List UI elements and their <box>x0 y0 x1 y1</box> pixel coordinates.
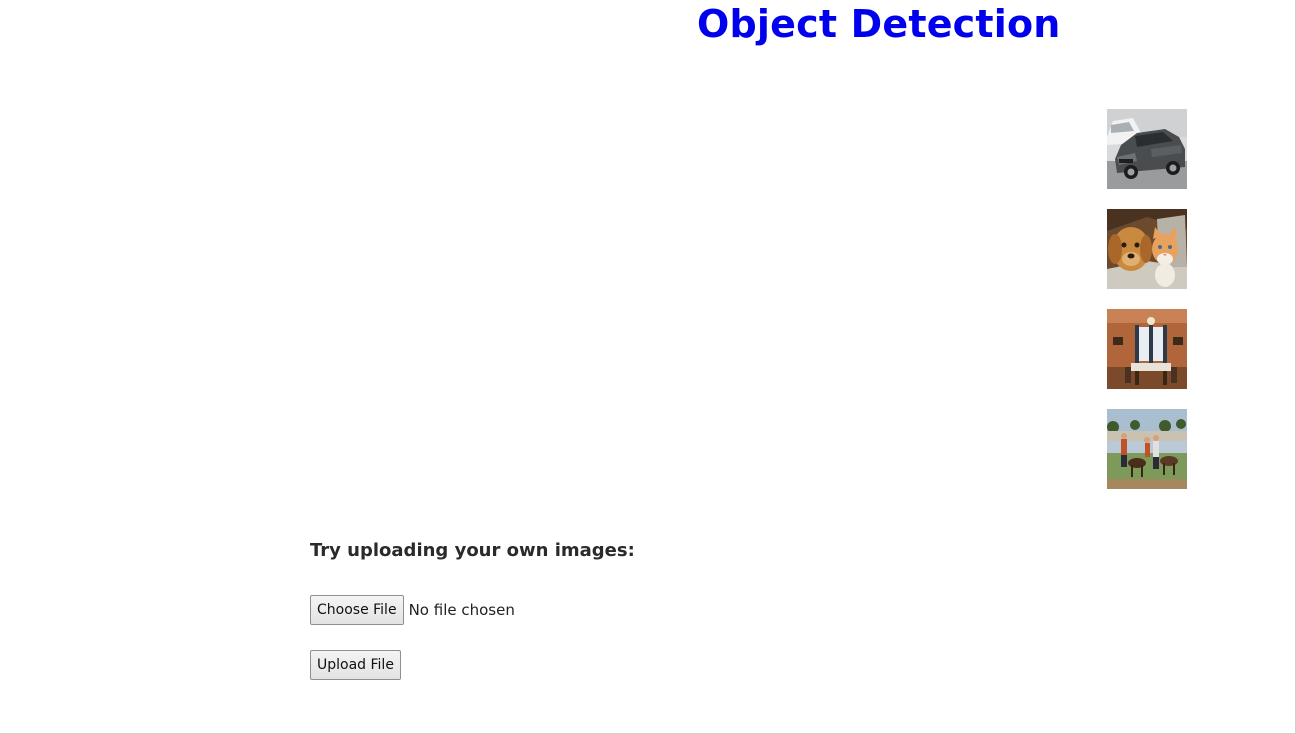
sample-image-dog-cat[interactable] <box>1107 209 1187 289</box>
upload-heading: Try uploading your own images: <box>310 540 635 561</box>
page-title: Object Detection <box>697 2 1061 46</box>
dining-room-thumbnail-icon <box>1107 309 1187 389</box>
choose-file-button[interactable]: Choose File <box>310 595 404 625</box>
sample-image-car[interactable] <box>1107 109 1187 189</box>
upload-file-button[interactable]: Upload File <box>310 650 401 680</box>
sample-image-horses[interactable] <box>1107 409 1187 489</box>
file-picker: Choose File No file chosen <box>310 595 515 625</box>
dog-and-cat-thumbnail-icon <box>1107 209 1187 289</box>
page: Object Detection Try uploading your own … <box>0 0 1296 734</box>
file-status-text: No file chosen <box>408 601 515 619</box>
car-thumbnail-icon <box>1107 109 1187 189</box>
people-with-horses-thumbnail-icon <box>1107 409 1187 489</box>
sample-image-dining-room[interactable] <box>1107 309 1187 389</box>
